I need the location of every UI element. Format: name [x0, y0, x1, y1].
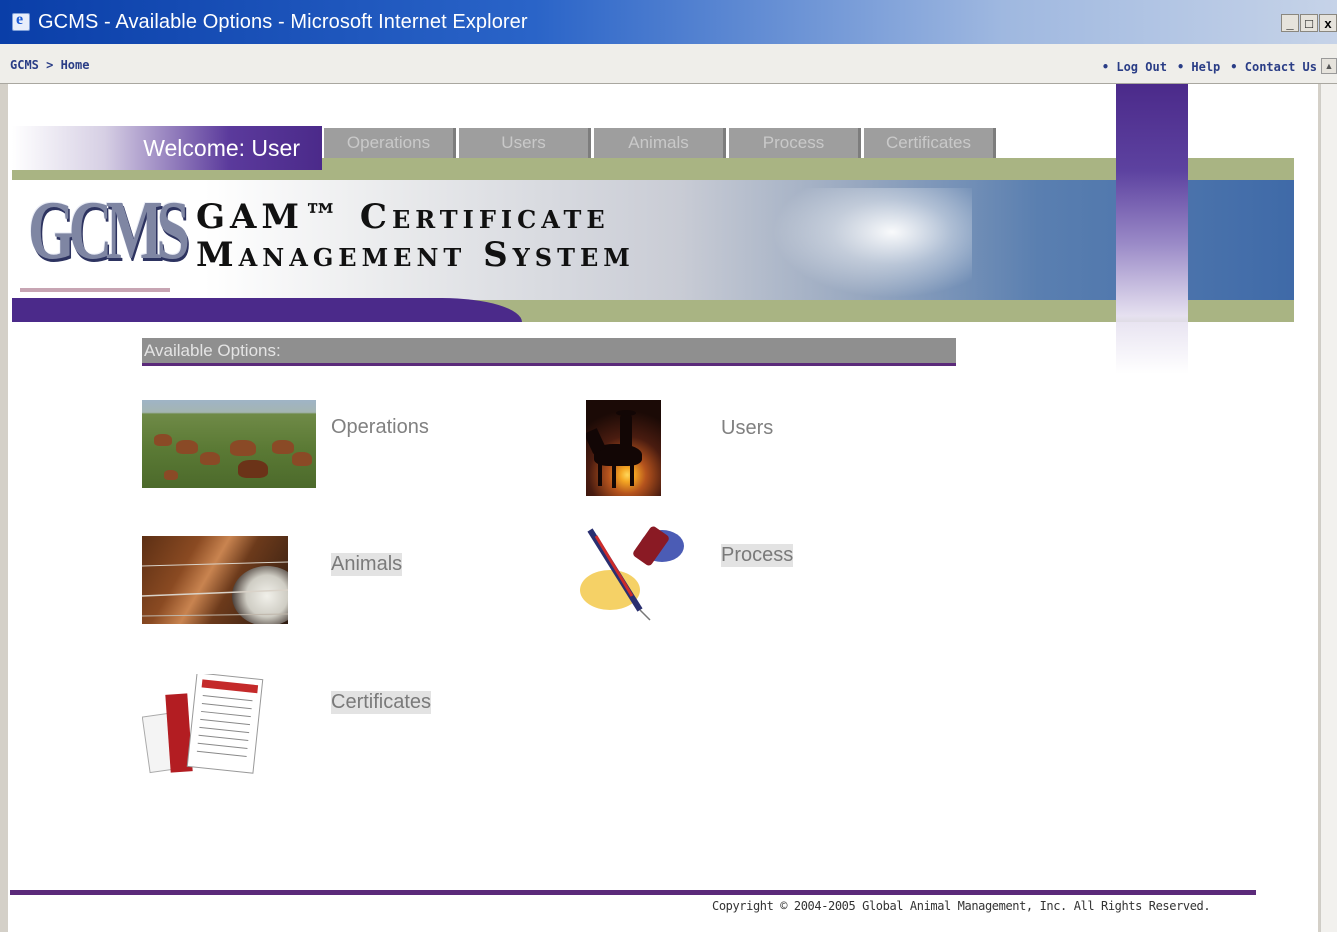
hat-silhouette — [616, 410, 636, 416]
header-purple-column — [1116, 84, 1188, 374]
users-thumbnail[interactable] — [586, 400, 661, 496]
cloud-graphic — [772, 188, 972, 298]
cow-shape — [154, 434, 172, 446]
footer-divider — [10, 890, 1256, 895]
window-title: GCMS - Available Options - Microsoft Int… — [38, 10, 528, 33]
cow-shape — [272, 440, 294, 454]
option-users[interactable]: Users — [721, 417, 773, 440]
option-certificates[interactable]: Certificates — [331, 691, 432, 714]
option-operations[interactable]: Operations — [331, 416, 429, 439]
maximize-button[interactable]: □ — [1300, 14, 1318, 32]
scroll-up-arrow-icon[interactable]: ▲ — [1321, 58, 1337, 74]
nav-tab-process[interactable]: Process — [729, 128, 861, 158]
top-links: • Log Out • Help • Contact Us — [1102, 60, 1317, 74]
document-stack-icon — [142, 674, 264, 774]
system-title-line1: GAM™ Certificate — [196, 197, 610, 237]
header-banner: GCMS GAM™ Certificate Management System — [12, 180, 1294, 300]
header-purple-swoosh — [12, 298, 522, 322]
available-options-heading: Available Options: — [142, 338, 956, 366]
animals-thumbnail[interactable] — [142, 536, 288, 624]
cow-shape — [230, 440, 256, 456]
option-process[interactable]: Process — [721, 544, 794, 567]
window-titlebar: GCMS - Available Options - Microsoft Int… — [0, 0, 1337, 44]
operations-thumbnail[interactable] — [142, 400, 316, 488]
system-title: GAM™ Certificate Management System — [196, 198, 635, 274]
nav-tab-certificates[interactable]: Certificates — [864, 128, 996, 158]
window-controls: _ □ x — [1281, 14, 1337, 32]
contact-us-link[interactable]: • Contact Us — [1230, 60, 1317, 74]
main-nav: Operations Users Animals Process Certifi… — [324, 128, 996, 158]
process-thumbnail[interactable] — [570, 520, 690, 624]
cow-shape — [164, 470, 178, 480]
help-link[interactable]: • Help — [1177, 60, 1220, 74]
rider-silhouette — [620, 414, 632, 446]
welcome-banner: Welcome: User — [12, 126, 322, 170]
gcms-logo: GCMS — [28, 184, 190, 277]
system-title-line2: Management System — [196, 235, 635, 275]
internet-explorer-icon — [12, 11, 30, 31]
logo-underline — [20, 288, 170, 292]
certificates-thumbnail[interactable] — [142, 674, 264, 778]
log-out-link[interactable]: • Log Out — [1102, 60, 1167, 74]
option-animals[interactable]: Animals — [331, 553, 403, 576]
nav-tab-operations[interactable]: Operations — [324, 128, 456, 158]
horse-leg-silhouette — [598, 462, 602, 486]
cow-shape — [200, 452, 220, 465]
cow-shape — [176, 440, 198, 454]
nav-tab-users[interactable]: Users — [459, 128, 591, 158]
vertical-scrollbar[interactable] — [1320, 84, 1337, 932]
fence-lines — [142, 561, 288, 617]
syringe-icon — [580, 526, 684, 621]
cow-shape — [238, 460, 268, 478]
horse-leg-silhouette — [630, 462, 634, 486]
cow-shape — [292, 452, 312, 466]
horse-leg-silhouette — [612, 462, 616, 488]
breadcrumb[interactable]: GCMS > Home — [10, 58, 89, 72]
page-content: Welcome: User Operations Users Animals P… — [8, 84, 1318, 932]
top-bar: GCMS > Home • Log Out • Help • Contact U… — [0, 44, 1337, 84]
copyright-text: Copyright © 2004-2005 Global Animal Mana… — [712, 899, 1211, 913]
close-button[interactable]: x — [1319, 14, 1337, 32]
nav-tab-animals[interactable]: Animals — [594, 128, 726, 158]
minimize-button[interactable]: _ — [1281, 14, 1299, 32]
